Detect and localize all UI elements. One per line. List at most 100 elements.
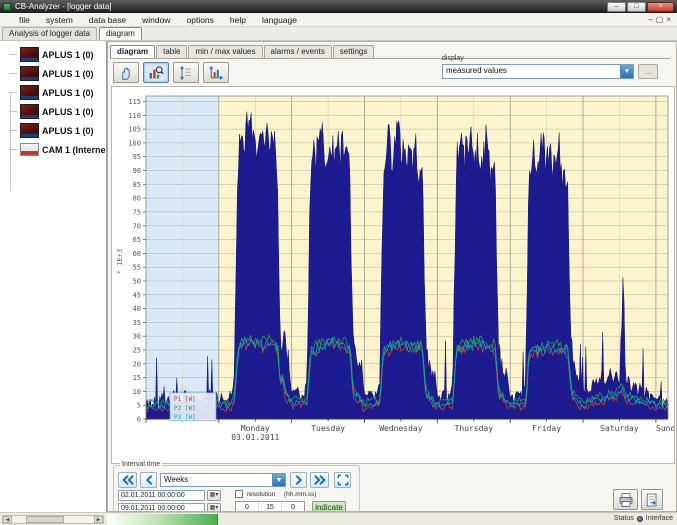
tree-connector (9, 149, 17, 150)
svg-text:20: 20 (133, 360, 141, 368)
menu-item-file[interactable]: file (12, 14, 37, 26)
svg-text:55: 55 (133, 264, 141, 272)
scrollbar-thumb[interactable] (26, 516, 64, 523)
scroll-left-icon[interactable]: ◀ (3, 516, 12, 523)
tree-connector (9, 111, 17, 112)
sidebar-horizontal-scrollbar[interactable]: ◀ ▶ (2, 515, 104, 524)
date-to-picker-button[interactable]: ▦▾ (207, 503, 221, 512)
display-more-button[interactable]: ... (638, 64, 658, 79)
fast-forward-button[interactable] (310, 472, 329, 488)
svg-text:Thursday: Thursday (455, 424, 494, 433)
expand-icon (337, 474, 349, 486)
tab-alarms-events[interactable]: alarms / events (264, 45, 332, 58)
status-bar: ◀ ▶ Status Interface (0, 512, 677, 525)
dropdown-arrow-icon[interactable]: ▼ (272, 474, 285, 486)
sidebar-item-aplus-1-0-1[interactable]: APLUS 1 (0) (0, 64, 106, 83)
display-combobox[interactable]: measured values ▼ (442, 64, 634, 79)
interval-range-value: Weeks (161, 474, 272, 486)
minimize-button[interactable]: – (607, 2, 626, 12)
resolution-values-box[interactable]: 0150 (235, 501, 305, 512)
sidebar-item-aplus-1-0-2[interactable]: APLUS 1 (0) (0, 83, 106, 102)
tab-table[interactable]: table (156, 45, 187, 58)
svg-text:10: 10 (133, 388, 141, 396)
menu-item-options[interactable]: options (180, 14, 221, 26)
svg-text:50: 50 (133, 278, 141, 286)
dropdown-arrow-icon[interactable]: ▼ (620, 65, 633, 78)
pan-tool-button[interactable] (113, 62, 139, 83)
tree-connector (9, 92, 17, 93)
svg-text:5: 5 (137, 402, 141, 410)
print-button[interactable] (613, 489, 638, 510)
menu-item-data-base[interactable]: data base (82, 14, 133, 26)
tab-settings[interactable]: settings (333, 45, 375, 58)
resolution-value-2[interactable]: 0 (282, 502, 304, 512)
status-info: Status Interface (614, 515, 673, 522)
menu-item-language[interactable]: language (255, 14, 304, 26)
resolution-checkbox[interactable] (235, 490, 243, 498)
export-button[interactable] (641, 489, 663, 510)
scroll-right-icon[interactable]: ▶ (94, 516, 103, 523)
display-value: measured values (443, 65, 620, 78)
sidebar-item-cam-1-interne-5[interactable]: CAM 1 (Interne (0, 140, 106, 159)
menu-item-help[interactable]: help (223, 14, 253, 26)
device-label: APLUS 1 (0) (42, 69, 94, 79)
menu-item-system[interactable]: system (39, 14, 80, 26)
diagram-tabs: diagramtablemin / max valuesalarms / eve… (110, 44, 374, 58)
backward-button[interactable] (140, 472, 157, 488)
chart-canvas[interactable]: 0510152025303540455055606570758085909510… (112, 87, 674, 463)
forward-button[interactable] (290, 472, 307, 488)
application-window: CB-Analyzer - [logger data] – □ × filesy… (0, 0, 677, 525)
resolution-value-0[interactable]: 0 (236, 502, 259, 512)
tab-min-max-values[interactable]: min / max values (188, 45, 262, 58)
workspace-tab-diagram[interactable]: diagram (99, 27, 142, 40)
indicate-button[interactable]: indicate (312, 501, 346, 512)
svg-text:90: 90 (133, 167, 141, 175)
svg-text:105: 105 (128, 126, 141, 134)
full-range-button[interactable] (334, 472, 351, 488)
sidebar-item-aplus-1-0-4[interactable]: APLUS 1 (0) (0, 121, 106, 140)
mdi-close-icon[interactable]: × (666, 16, 671, 24)
zoom-tool-button[interactable] (143, 62, 169, 83)
interval-range-combobox[interactable]: Weeks ▼ (160, 473, 286, 487)
svg-text:85: 85 (133, 181, 141, 189)
printer-icon (617, 492, 635, 508)
menu-item-window[interactable]: window (135, 14, 177, 26)
status-label: Status (614, 515, 634, 522)
svg-text:95: 95 (133, 153, 141, 161)
mdi-restore-icon[interactable]: ▢ (656, 16, 664, 24)
tree-connector (9, 54, 17, 55)
window-controls: – □ × (607, 2, 674, 12)
sidebar-item-aplus-1-0-3[interactable]: APLUS 1 (0) (0, 102, 106, 121)
interface-status-icon (637, 516, 643, 522)
tab-diagram[interactable]: diagram (110, 45, 155, 58)
maximize-button[interactable]: □ (627, 2, 646, 12)
svg-text:P1 [W]: P1 [W] (174, 396, 196, 403)
svg-text:0: 0 (137, 416, 141, 424)
date-to-input[interactable]: 09.01.2011 00:00:00 (118, 503, 205, 512)
date-from-picker-button[interactable]: ▦▾ (207, 490, 221, 501)
device-label: APLUS 1 (0) (42, 126, 94, 136)
mdi-minimize-icon[interactable]: – (648, 16, 652, 24)
xy-scale-button[interactable] (203, 62, 229, 83)
svg-text:Monday: Monday (241, 424, 270, 433)
fast-backward-button[interactable] (118, 472, 137, 488)
date-from-input[interactable]: 02.01.2011 00:00:00 (118, 490, 205, 501)
device-label: APLUS 1 (0) (42, 107, 94, 117)
y-scale-button[interactable] (173, 62, 199, 83)
svg-text:110: 110 (128, 112, 141, 120)
close-button[interactable]: × (647, 2, 674, 12)
sidebar-item-aplus-1-0-0[interactable]: APLUS 1 (0) (0, 45, 106, 64)
device-label: APLUS 1 (0) (42, 88, 94, 98)
workspace-tabs: Analysis of logger datadiagram (0, 27, 677, 41)
aplus-device-icon (20, 85, 39, 100)
device-label: CAM 1 (Interne (42, 145, 106, 155)
double-chevron-right-icon (313, 474, 327, 486)
svg-text:75: 75 (133, 208, 141, 216)
workspace-tab-analysis-of-logger-data[interactable]: Analysis of logger data (2, 27, 97, 40)
tree-connector (9, 130, 17, 131)
resolution-value-1[interactable]: 15 (259, 502, 282, 512)
menu-bar: filesystemdata basewindowoptionshelplang… (0, 13, 677, 27)
export-document-icon (644, 492, 660, 508)
svg-text:P3 [W]: P3 [W] (174, 414, 196, 421)
svg-text:100: 100 (128, 139, 141, 147)
